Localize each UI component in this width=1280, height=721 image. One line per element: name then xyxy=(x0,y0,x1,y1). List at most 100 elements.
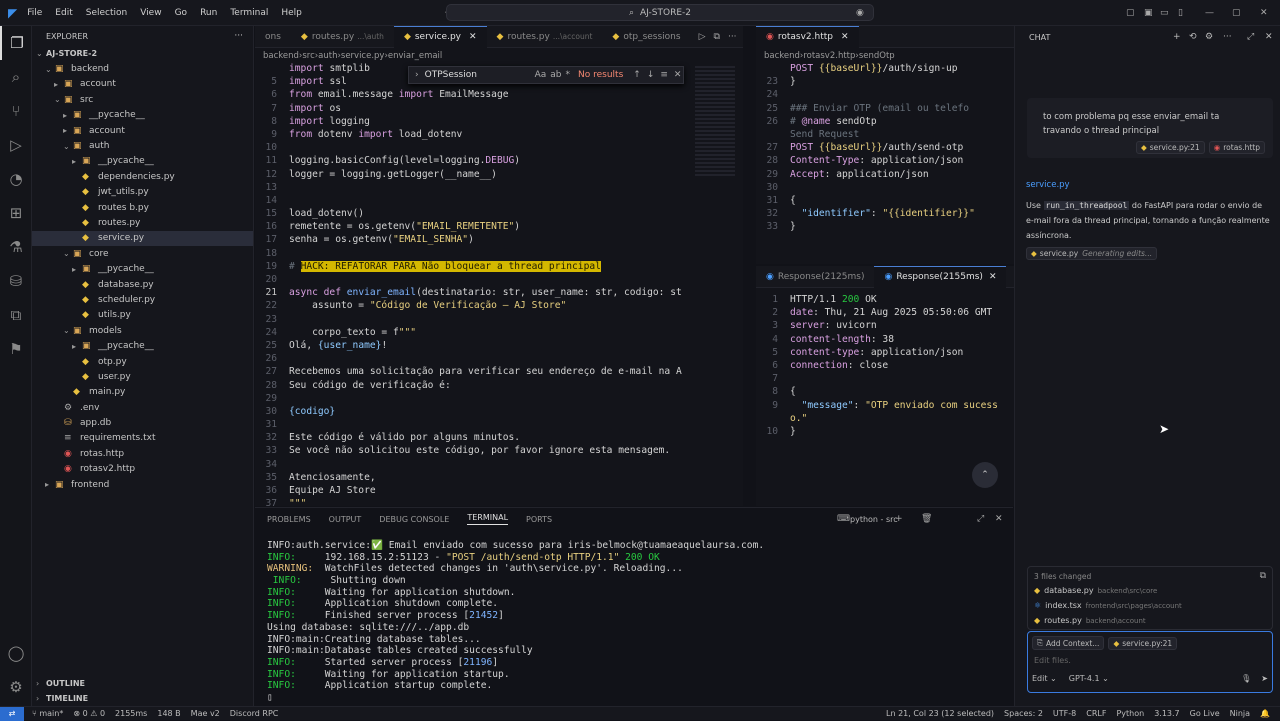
folder-item[interactable]: ▸ ▣ __pycache__ xyxy=(32,261,253,276)
view-changes-icon[interactable]: ⧉ xyxy=(1260,571,1266,581)
tab-close-icon[interactable]: ✕ xyxy=(989,272,997,282)
panel-tab-debug-console[interactable]: DEBUG CONSOLE xyxy=(379,515,449,524)
file-item[interactable]: ◆ service.py xyxy=(32,230,253,247)
tab-close-icon[interactable]: ✕ xyxy=(841,32,849,42)
layout-right-icon[interactable]: ▯ xyxy=(1178,8,1183,18)
folder-item[interactable]: ⌄ ▣ auth xyxy=(32,138,253,153)
file-item[interactable]: ◉ rotasv2.http xyxy=(32,462,253,477)
ninja[interactable]: Ninja xyxy=(1230,709,1250,718)
next-match-icon[interactable]: ↓ xyxy=(647,70,655,80)
menu-go[interactable]: Go xyxy=(175,8,187,18)
file-item[interactable]: ◆ utils.py xyxy=(32,308,253,323)
mode-select[interactable]: Edit ⌄ xyxy=(1032,674,1057,683)
folder-item[interactable]: ▸ ▣ frontend xyxy=(32,477,253,492)
folder-item[interactable]: ▸ ▣ __pycache__ xyxy=(32,154,253,169)
file-item[interactable]: ◆ main.py xyxy=(32,385,253,400)
search-activity-icon[interactable]: ⌕ xyxy=(0,60,32,94)
response-tab[interactable]: ◉ Response(2155ms) ✕ xyxy=(874,265,1007,288)
run-icon[interactable]: ▷ xyxy=(699,32,706,42)
split-icon[interactable]: ⧉ xyxy=(714,32,720,42)
menu-selection[interactable]: Selection xyxy=(86,8,127,18)
tab-routespy[interactable]: ◆ routes.py ...\auth xyxy=(291,26,394,48)
run-debug-icon[interactable]: ▷ xyxy=(0,128,32,162)
scroll-top-button[interactable]: ⌃ xyxy=(972,462,998,488)
panel-tab-problems[interactable]: PROBLEMS xyxy=(267,515,311,524)
close-icon[interactable]: ✕ xyxy=(1260,8,1268,18)
chat-close-icon[interactable]: ✕ xyxy=(1265,32,1273,42)
response-tab[interactable]: ◉ Response(2125ms) xyxy=(756,266,874,288)
cursor-position[interactable]: Ln 21, Col 23 (12 selected) xyxy=(886,709,994,718)
command-center[interactable]: ⌕ AJ-STORE-2 xyxy=(446,4,874,21)
indentation[interactable]: Spaces: 2 xyxy=(1004,709,1043,718)
tab-ons[interactable]: ons xyxy=(255,26,291,48)
maximize-panel-icon[interactable]: ⤢ xyxy=(977,514,984,524)
file-item[interactable]: ◆ routes b.py xyxy=(32,200,253,215)
add-context-button[interactable]: ⎘ Add Context... xyxy=(1032,636,1105,650)
file-item[interactable]: ⚙ .env xyxy=(32,400,253,415)
layout-bottom-icon[interactable]: ▭ xyxy=(1160,8,1169,18)
notifications-icon[interactable]: 🔔 xyxy=(1260,709,1270,718)
remote-icon[interactable]: ⇄ xyxy=(0,706,24,721)
folder-item[interactable]: ⌄ ▣ backend xyxy=(32,61,253,76)
file-item[interactable]: ◆ otp.py xyxy=(32,354,253,369)
file-item[interactable]: ◉ rotas.http xyxy=(32,446,253,461)
source-control-icon[interactable]: ⑂ xyxy=(0,94,32,128)
folder-item[interactable]: ⌄ ▣ src xyxy=(32,92,253,107)
workspace-root[interactable]: ⌄ AJ-STORE-2 xyxy=(32,46,253,61)
file-item[interactable]: ◆ jwt_utils.py xyxy=(32,185,253,200)
request-time[interactable]: 2155ms xyxy=(115,709,147,718)
folder-item[interactable]: ▸ ▣ account xyxy=(32,77,253,92)
new-chat-icon[interactable]: + xyxy=(1173,32,1181,42)
response-size[interactable]: 148 B xyxy=(157,709,180,718)
folder-item[interactable]: ▸ ▣ account xyxy=(32,123,253,138)
menu-file[interactable]: File xyxy=(27,8,42,18)
shell-name[interactable]: python - src xyxy=(850,515,898,524)
more-icon[interactable]: ··· xyxy=(728,32,737,42)
kill-terminal-icon[interactable]: 🗑 xyxy=(921,514,932,524)
new-terminal-icon[interactable]: + xyxy=(895,514,903,524)
encoding[interactable]: UTF-8 xyxy=(1053,709,1076,718)
chat-settings-icon[interactable]: ⚙ xyxy=(1205,32,1213,42)
history-icon[interactable]: ⟲ xyxy=(1189,32,1197,42)
language-mode[interactable]: Python xyxy=(1116,709,1144,718)
close-find-icon[interactable]: ✕ xyxy=(674,70,682,80)
folder-item[interactable]: ⌄ ▣ models xyxy=(32,323,253,338)
regex-icon[interactable]: * xyxy=(566,70,571,80)
tab-otp_sessions[interactable]: ◆ otp_sessions xyxy=(602,26,690,48)
tab-rotasv2[interactable]: ◉ rotasv2.http ✕ xyxy=(756,25,859,48)
panel-tab-terminal[interactable]: TERMINAL xyxy=(467,513,509,525)
branch[interactable]: ⑂ main* xyxy=(32,709,63,718)
response-lines[interactable]: 1 HTTP/1.1 200 OK 2 date: Thu, 21 Aug 2025 … xyxy=(756,288,1014,439)
more-actions-icon[interactable]: ··· xyxy=(234,31,243,41)
file-item[interactable]: ◆ routes.py xyxy=(32,215,253,230)
find-in-selection-icon[interactable]: ≡ xyxy=(660,70,668,80)
problems-count[interactable]: ⊗ 0 ⚠ 0 xyxy=(73,709,105,718)
file-item[interactable]: ⛁ app.db xyxy=(32,415,253,430)
context-chip[interactable]: ◆ service.py:21 xyxy=(1108,636,1178,650)
terminal-output[interactable]: INFO:auth.service:✅ Email enviado com su… xyxy=(255,530,1013,704)
tab-routespy[interactable]: ◆ routes.py ...\account xyxy=(487,26,603,48)
layout-panel-icon[interactable]: ▣ xyxy=(1144,8,1153,18)
testing-icon[interactable]: ⚗ xyxy=(0,230,32,264)
minimap[interactable] xyxy=(695,66,735,176)
copilot-icon[interactable]: ◉ xyxy=(856,8,864,18)
changed-file[interactable]: ◆ routes.py backend\account xyxy=(1034,613,1266,628)
go-live[interactable]: Go Live xyxy=(1190,709,1220,718)
chat-more-icon[interactable]: ··· xyxy=(1223,32,1232,42)
line-ending[interactable]: CRLF xyxy=(1086,709,1106,718)
chat-maximize-icon[interactable]: ⤢ xyxy=(1247,32,1254,42)
changed-file[interactable]: ◆ database.py backend\src\core xyxy=(1034,583,1266,598)
menu-run[interactable]: Run xyxy=(200,8,217,18)
file-item[interactable]: ≡ requirements.txt xyxy=(32,431,253,446)
folder-item[interactable]: ▸ ▣ __pycache__ xyxy=(32,108,253,123)
tab-close-icon[interactable]: ✕ xyxy=(469,32,477,42)
edge-icon[interactable]: ◔ xyxy=(0,162,32,196)
chat-input[interactable]: Edit files. xyxy=(1034,656,1268,672)
tab-servicepy[interactable]: ◆ service.py ✕ xyxy=(393,25,487,48)
outline-section[interactable]: › OUTLINE xyxy=(36,676,85,691)
microphone-icon[interactable]: 🎙 xyxy=(1241,674,1251,683)
maximize-icon[interactable]: ▢ xyxy=(1232,8,1241,18)
manage-gear-icon[interactable]: ⚙ xyxy=(0,670,32,704)
docker-icon[interactable]: ⧉ xyxy=(0,298,32,332)
code-lines[interactable]: import smtplib 5 import ssl 6 from email.mes… xyxy=(255,63,743,511)
